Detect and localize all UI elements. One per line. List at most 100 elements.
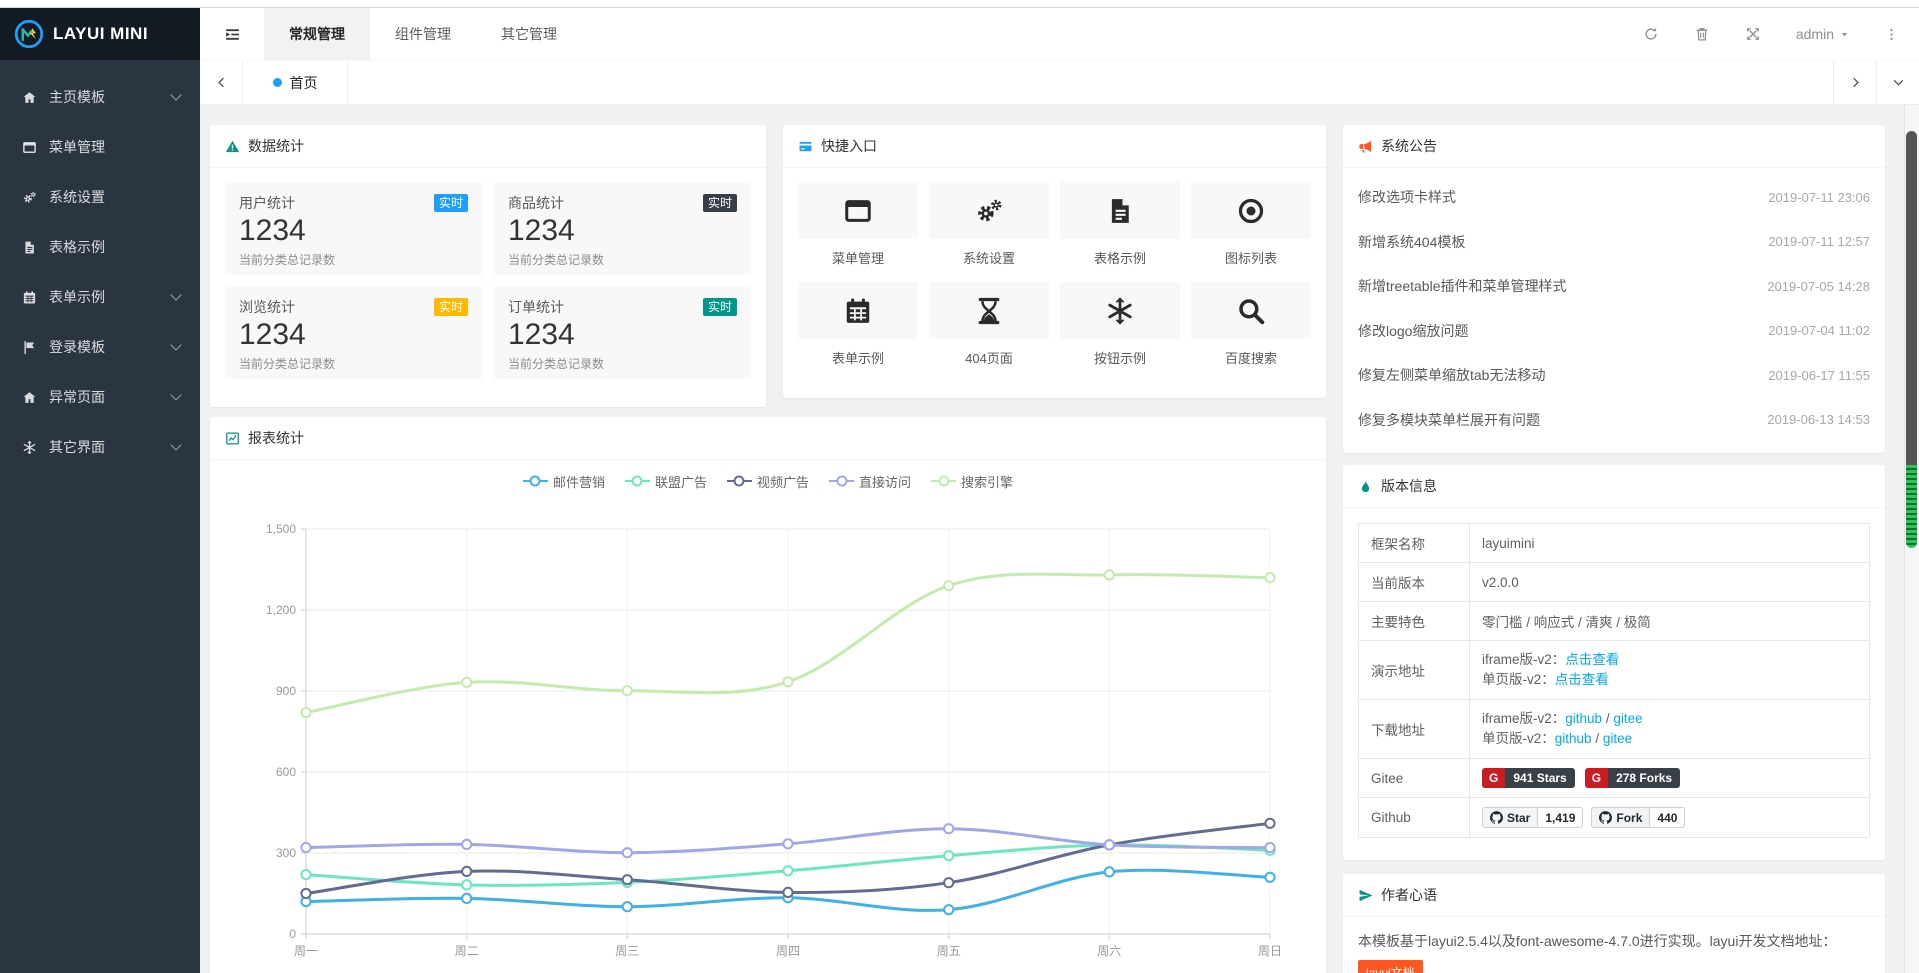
sidebar: LAYUI MINI 主页模板菜单管理系统设置表格示例表单示例登录模板异常页面其… <box>0 8 200 973</box>
legend-item-邮件营销[interactable]: 邮件营销 <box>523 472 605 491</box>
content-area: 数据统计 用户统计实时1234当前分类总记录数商品统计实时1234当前分类总记录… <box>200 105 1919 973</box>
chevron-down-icon <box>170 89 181 100</box>
sidebar-item-登录模板[interactable]: 登录模板 <box>0 322 200 372</box>
sidebar-item-表单示例[interactable]: 表单示例 <box>0 272 200 322</box>
quick-entry-表单示例[interactable]: 表单示例 <box>798 282 918 367</box>
sidebar-item-异常页面[interactable]: 异常页面 <box>0 372 200 422</box>
sidebar-item-菜单管理[interactable]: 菜单管理 <box>0 122 200 172</box>
module-tab-其它管理[interactable]: 其它管理 <box>476 8 582 60</box>
sidebar-item-label: 登录模板 <box>49 337 172 357</box>
quick-entry-按钮示例[interactable]: 按钮示例 <box>1060 282 1180 367</box>
report-chart[interactable]: 03006009001,2001,500周一周二周三周四周五周六周日 <box>210 490 1326 973</box>
tabs-scroll-left-icon[interactable] <box>200 61 243 104</box>
stat-panel-浏览统计[interactable]: 浏览统计实时1234当前分类总记录数 <box>225 287 482 379</box>
svg-text:600: 600 <box>276 765 296 779</box>
quick-entry-label: 百度搜索 <box>1191 348 1311 367</box>
scrollbar-thumb[interactable] <box>1906 131 1917 465</box>
window-icon <box>22 140 39 155</box>
card-title: 版本信息 <box>1381 476 1437 496</box>
quick-entry-系统设置[interactable]: 系统设置 <box>929 182 1049 267</box>
sidebar-item-label: 表单示例 <box>49 287 172 307</box>
card-title: 作者心语 <box>1381 885 1437 905</box>
tabs-scroll-right-icon[interactable] <box>1833 61 1876 104</box>
stat-caption: 当前分类总记录数 <box>508 355 737 372</box>
link-github[interactable]: github <box>1555 731 1592 746</box>
gitee-badge[interactable]: G941 Stars <box>1482 768 1575 788</box>
notice-item[interactable]: 修复左侧菜单缩放tab无法移动2019-06-17 11:55 <box>1358 353 1870 398</box>
fullscreen-icon[interactable] <box>1745 26 1761 42</box>
menu-collapse-icon[interactable] <box>200 8 264 60</box>
version-row: 框架名称layuimini <box>1359 524 1870 563</box>
stat-panel-订单统计[interactable]: 订单统计实时1234当前分类总记录数 <box>494 287 751 379</box>
version-row-value: 零门槛 / 响应式 / 清爽 / 极简 <box>1470 602 1870 641</box>
link-github[interactable]: github <box>1565 711 1602 726</box>
hourglass-icon <box>929 282 1049 339</box>
github-badge-label: Star <box>1507 811 1530 825</box>
link-gitee[interactable]: gitee <box>1613 711 1642 726</box>
module-tab-组件管理[interactable]: 组件管理 <box>370 8 476 60</box>
stat-panel-商品统计[interactable]: 商品统计实时1234当前分类总记录数 <box>494 183 751 275</box>
quick-entry-图标列表[interactable]: 图标列表 <box>1191 182 1311 267</box>
legend-item-联盟广告[interactable]: 联盟广告 <box>625 472 707 491</box>
top-navbar: 常规管理组件管理其它管理 admin <box>200 8 1919 61</box>
legend-item-视频广告[interactable]: 视频广告 <box>727 472 809 491</box>
sidebar-item-其它界面[interactable]: 其它界面 <box>0 422 200 472</box>
card-title: 系统公告 <box>1381 136 1437 156</box>
file-icon <box>22 240 39 255</box>
github-fork-badge[interactable]: Fork440 <box>1591 807 1685 828</box>
quick-entry-百度搜索[interactable]: 百度搜索 <box>1191 282 1311 367</box>
more-options-icon[interactable] <box>1884 27 1899 42</box>
card-title: 数据统计 <box>248 136 304 156</box>
link-prefix: iframe版-v2： <box>1482 711 1565 726</box>
version-table: 框架名称layuimini当前版本v2.0.0主要特色零门槛 / 响应式 / 清… <box>1358 523 1870 838</box>
scrollbar[interactable] <box>1904 105 1919 973</box>
sidebar-item-label: 系统设置 <box>49 187 180 207</box>
refresh-icon[interactable] <box>1643 26 1659 42</box>
notice-item[interactable]: 新增系统404模板2019-07-11 12:57 <box>1358 220 1870 265</box>
github-badge-count: 440 <box>1650 807 1685 828</box>
sidebar-item-表格示例[interactable]: 表格示例 <box>0 222 200 272</box>
notice-item[interactable]: 修改选项卡样式2019-07-11 23:06 <box>1358 175 1870 220</box>
tab-home[interactable]: 首页 <box>243 61 348 104</box>
svg-text:900: 900 <box>276 684 296 698</box>
layui-doc-badge[interactable]: layui文档 <box>1358 960 1423 973</box>
version-row: GiteeG941 StarsG278 Forks <box>1359 759 1870 798</box>
chevron-down-icon <box>170 439 181 450</box>
legend-item-搜索引擎[interactable]: 搜索引擎 <box>931 472 1013 491</box>
quick-entry-label: 菜单管理 <box>798 248 918 267</box>
stat-panel-用户统计[interactable]: 用户统计实时1234当前分类总记录数 <box>225 183 482 275</box>
notice-item[interactable]: 修改logo缩放问题2019-07-04 11:02 <box>1358 309 1870 354</box>
quick-entry-404页面[interactable]: 404页面 <box>929 282 1049 367</box>
gitee-badge[interactable]: G278 Forks <box>1585 768 1680 788</box>
legend-item-直接访问[interactable]: 直接访问 <box>829 472 911 491</box>
sidebar-item-系统设置[interactable]: 系统设置 <box>0 172 200 222</box>
notice-item[interactable]: 修复多模块菜单栏展开有问题2019-06-13 14:53 <box>1358 398 1870 443</box>
stat-value: 1234 <box>239 318 468 352</box>
app-logo[interactable]: LAYUI MINI <box>0 8 200 60</box>
notice-date: 2019-07-04 11:02 <box>1768 323 1870 338</box>
card-title: 快捷入口 <box>821 136 877 156</box>
github-star-badge[interactable]: Star1,419 <box>1482 807 1583 828</box>
link-点击查看[interactable]: 点击查看 <box>1565 652 1619 667</box>
link-点击查看[interactable]: 点击查看 <box>1555 672 1609 687</box>
notice-item[interactable]: 新增treetable插件和菜单管理样式2019-07-05 14:28 <box>1358 264 1870 309</box>
quick-entry-表格示例[interactable]: 表格示例 <box>1060 182 1180 267</box>
main-area: 常规管理组件管理其它管理 admin 首页 <box>200 8 1919 973</box>
browser-edge <box>0 0 1919 8</box>
notice-date: 2019-06-17 11:55 <box>1768 368 1870 383</box>
sidebar-item-主页模板[interactable]: 主页模板 <box>0 72 200 122</box>
legend-marker <box>523 476 548 487</box>
notice-text: 修复多模块菜单栏展开有问题 <box>1358 410 1540 430</box>
module-tab-常规管理[interactable]: 常规管理 <box>264 8 370 60</box>
card-author-words: 作者心语 本模板基于layui2.5.4以及font-awesome-4.7.0… <box>1343 874 1885 973</box>
clear-cache-icon[interactable] <box>1694 26 1710 42</box>
tabs-menu-icon[interactable] <box>1876 61 1919 104</box>
snowflake-icon <box>1060 282 1180 339</box>
user-menu[interactable]: admin <box>1796 26 1849 42</box>
home-icon <box>22 90 39 105</box>
svg-text:周日: 周日 <box>1258 944 1282 958</box>
quick-entry-菜单管理[interactable]: 菜单管理 <box>798 182 918 267</box>
link-prefix: 单页版-v2： <box>1482 672 1555 687</box>
link-gitee[interactable]: gitee <box>1603 731 1632 746</box>
card-header: 报表统计 <box>210 417 1326 460</box>
